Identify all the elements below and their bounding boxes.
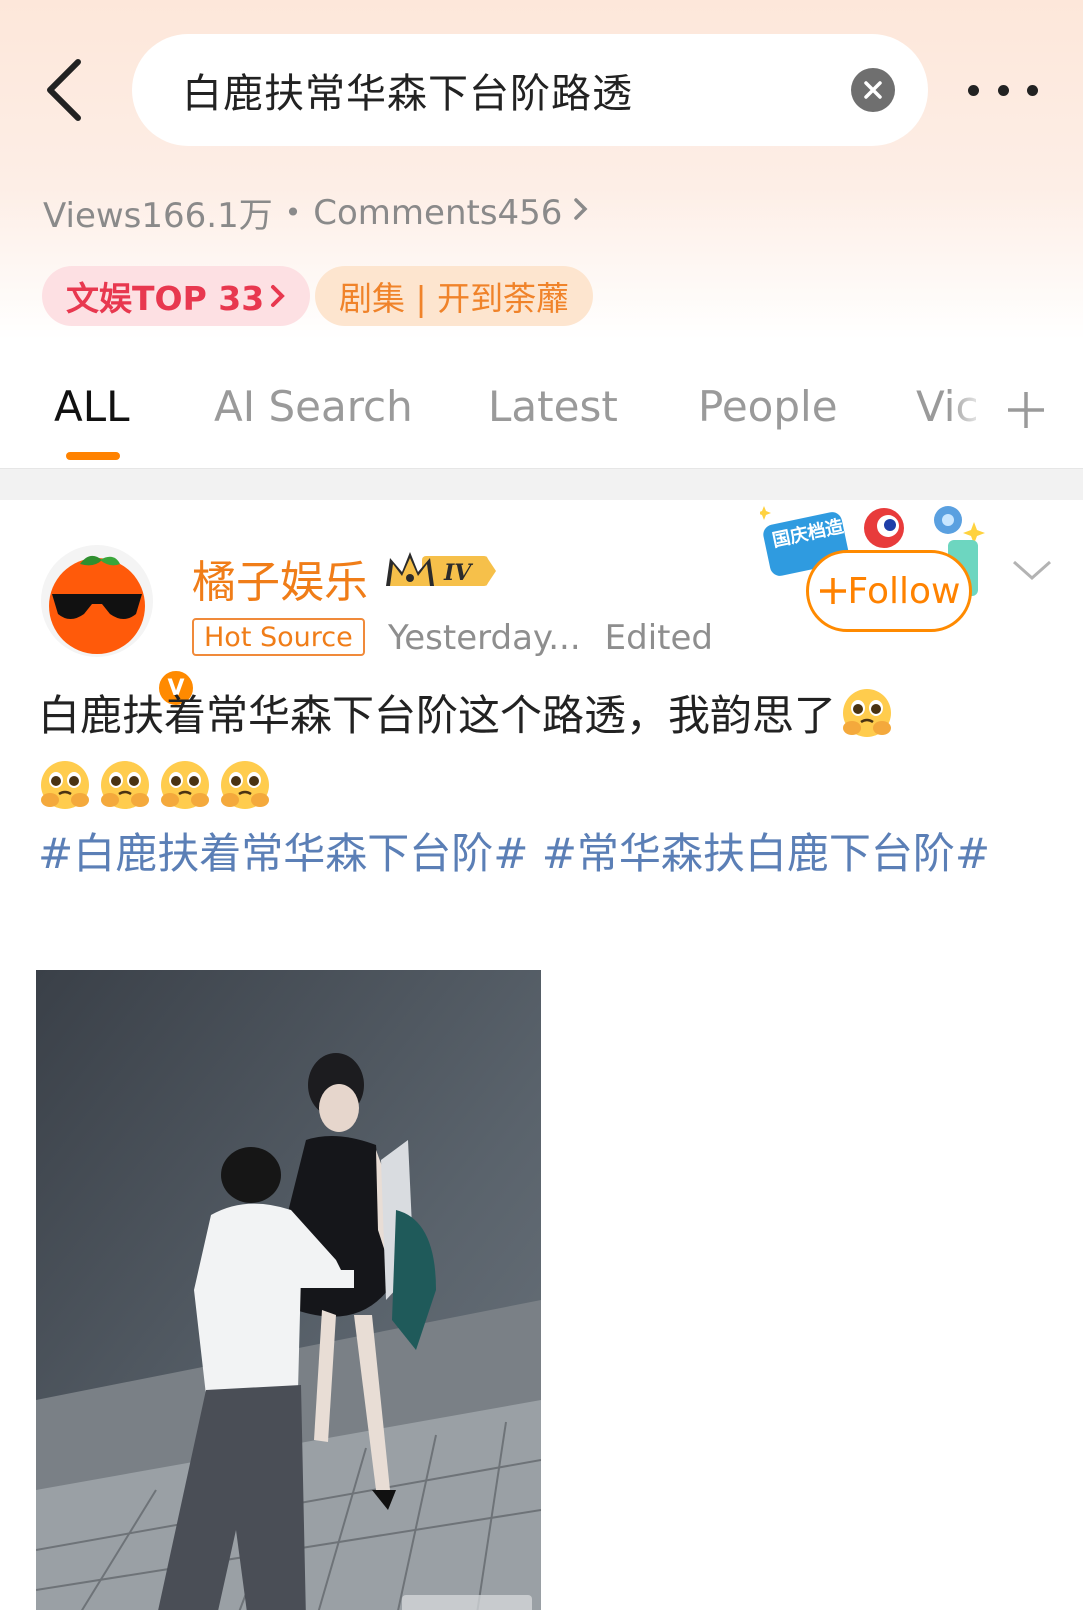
hot-source-badge: Hot Source bbox=[192, 618, 365, 656]
topic-stats[interactable]: Views166.1万 • Comments456 bbox=[43, 188, 590, 237]
level-crown-icon: IV bbox=[382, 548, 498, 598]
emoji-row bbox=[38, 758, 272, 812]
more-options-icon[interactable] bbox=[968, 78, 1038, 102]
hot-source-label: Hot Source bbox=[204, 621, 353, 653]
clear-search-icon[interactable] bbox=[851, 68, 895, 112]
comments-count: Comments456 bbox=[313, 192, 563, 233]
hashtag-links[interactable]: #白鹿扶着常华森下台阶# #常华森扶白鹿下台阶# bbox=[38, 829, 990, 878]
category-chip[interactable]: 剧集 | 开到荼蘼 bbox=[315, 266, 594, 326]
chevron-right-icon bbox=[271, 285, 286, 307]
topic-hashtags[interactable]: #白鹿扶着常华森下台阶# #常华森扶白鹿下台阶# bbox=[38, 822, 1048, 886]
stats-separator: • bbox=[284, 196, 302, 229]
category-chip-label: 剧集 | 开到荼蘼 bbox=[339, 279, 570, 318]
add-tab-icon[interactable] bbox=[1006, 390, 1046, 434]
tab-ai-search[interactable]: AI Search bbox=[214, 382, 413, 431]
post-text-content: 白鹿扶着常华森下台阶这个路透，我韵思了 bbox=[38, 691, 837, 740]
pleading-hug-emoji-icon bbox=[221, 761, 269, 809]
search-query: 白鹿扶常华森下台阶路透 bbox=[182, 71, 633, 117]
pleading-hug-emoji-icon bbox=[843, 689, 892, 737]
views-count: Views166.1万 bbox=[43, 196, 273, 236]
chevron-right-icon bbox=[572, 193, 590, 233]
plus-icon bbox=[819, 578, 846, 604]
search-input[interactable]: 白鹿扶常华森下台阶路透 bbox=[132, 34, 928, 146]
author-name[interactable]: 橘子娱乐 bbox=[192, 546, 368, 610]
post-text: 白鹿扶着常华森下台阶这个路透，我韵思了 bbox=[38, 684, 1048, 748]
tab-all[interactable]: ALL bbox=[54, 382, 130, 431]
chevron-down-icon[interactable] bbox=[1010, 556, 1054, 588]
post-photo[interactable] bbox=[36, 970, 541, 1610]
svg-text:IV: IV bbox=[443, 560, 473, 586]
active-tab-indicator bbox=[66, 452, 120, 460]
follow-label: Follow bbox=[847, 570, 961, 612]
tab-bar: ALL AI Search Latest People Vic bbox=[0, 360, 1083, 468]
follow-button[interactable]: Follow bbox=[806, 550, 972, 632]
rank-chip[interactable]: 文娱TOP 33 bbox=[42, 266, 311, 326]
rank-chip-label: 文娱TOP 33 bbox=[66, 279, 265, 318]
tab-people[interactable]: People bbox=[698, 382, 838, 431]
pleading-hug-emoji-icon bbox=[41, 761, 89, 809]
post-meta: Yesterday... Edited bbox=[388, 618, 713, 658]
avatar[interactable]: V bbox=[40, 544, 196, 708]
back-icon[interactable] bbox=[40, 58, 90, 122]
tab-latest[interactable]: Latest bbox=[488, 382, 618, 431]
post-time: Yesterday... bbox=[388, 618, 581, 658]
tabs-fade bbox=[948, 378, 988, 448]
pleading-hug-emoji-icon bbox=[161, 761, 209, 809]
edited-label: Edited bbox=[604, 618, 713, 658]
section-divider bbox=[0, 468, 1083, 500]
pleading-hug-emoji-icon bbox=[101, 761, 149, 809]
post-card: V 橘子娱乐 IV Hot Source Yesterday... Edited … bbox=[0, 500, 1083, 1610]
